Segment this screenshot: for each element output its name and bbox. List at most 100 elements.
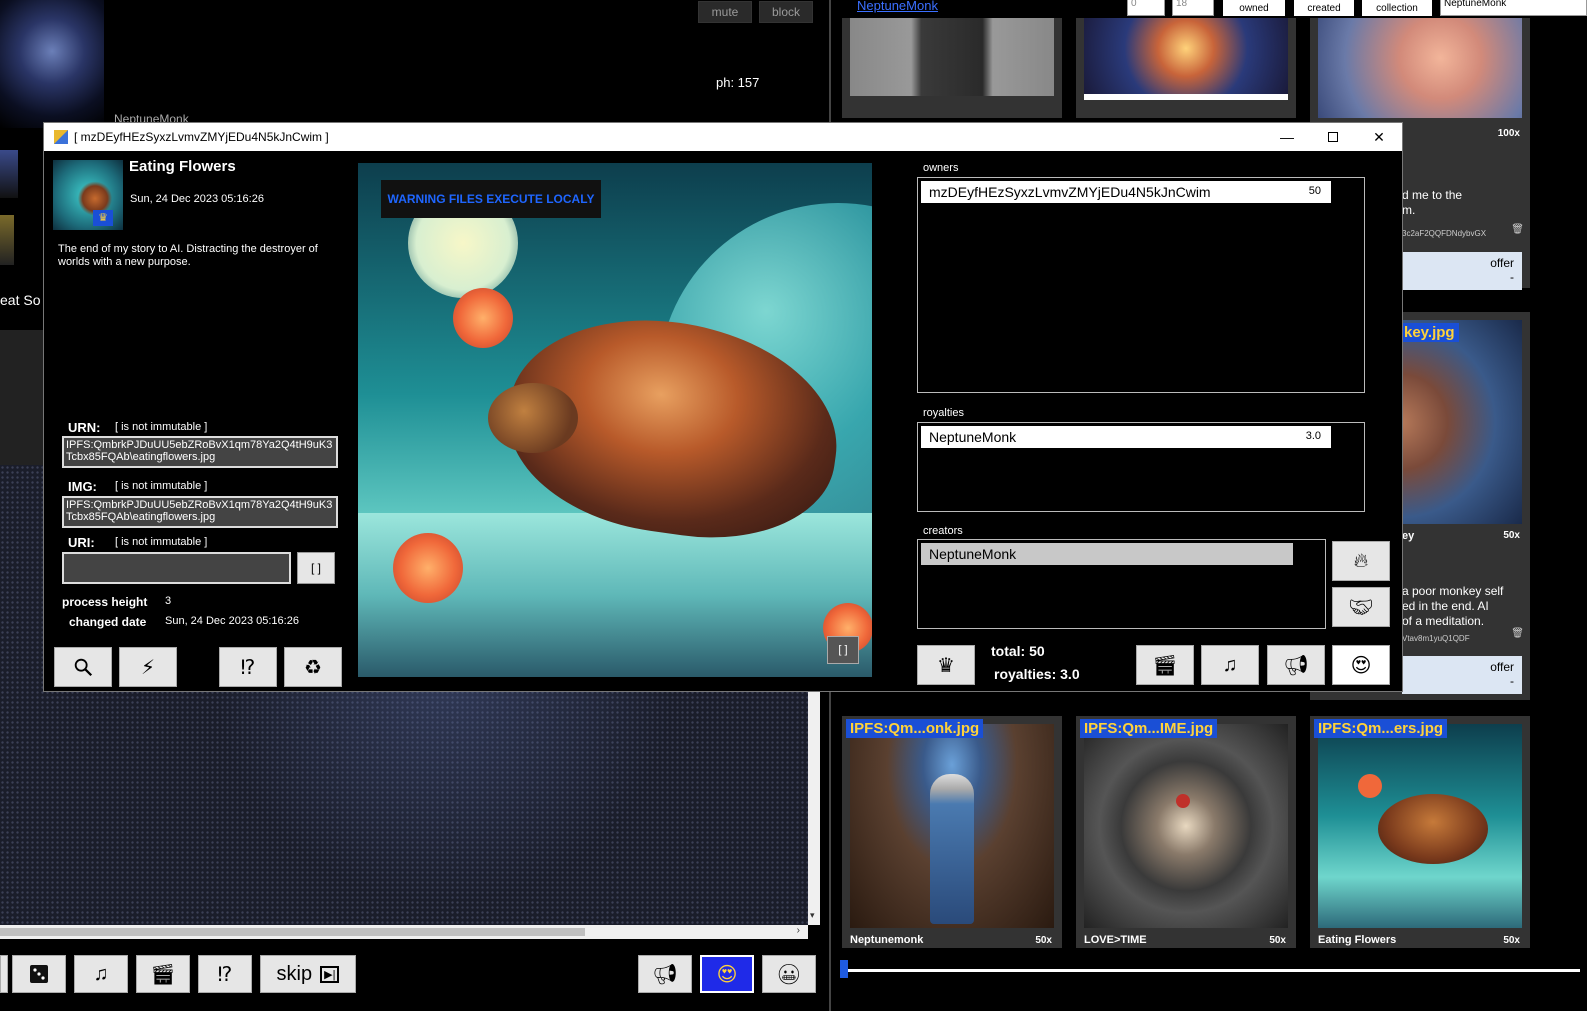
handshake-button[interactable]: 🤝︎: [1332, 587, 1390, 627]
block-button[interactable]: block: [759, 1, 813, 23]
artwork-preview[interactable]: WARNING FILES EXECUTE LOCALY [ ]: [358, 163, 872, 677]
maximize-button[interactable]: [1310, 123, 1356, 151]
owners-list[interactable]: mzDEyfHEzSyxzLvmvZMYjEDu4N5kJnCwim 50: [917, 177, 1365, 393]
card-image: [1318, 18, 1522, 118]
minimize-button[interactable]: —: [1264, 123, 1310, 151]
gallery-card[interactable]: IPFS:Qm...onk.jpg Neptunemonk 50x: [842, 716, 1062, 948]
help-button[interactable]: ⁉: [219, 647, 277, 687]
video-button[interactable]: 🎬︎: [1136, 645, 1194, 685]
card-count: 100x: [1497, 128, 1520, 139]
megaphone-button[interactable]: 📢︎: [638, 955, 692, 993]
lightning-button[interactable]: ⚡︎: [119, 647, 177, 687]
search-button[interactable]: [54, 647, 112, 687]
skip-button[interactable]: skip ▶|: [260, 955, 356, 993]
video-button[interactable]: 🎬︎: [136, 955, 190, 993]
card-description: a poor monkey self ed in the end. AI of …: [1402, 584, 1504, 628]
royalty-amount: 3.0: [1305, 430, 1321, 442]
lightning-icon: ⚡︎: [140, 656, 156, 679]
royalty-row[interactable]: NeptuneMonk 3.0: [921, 426, 1331, 448]
trash-icon[interactable]: 🗑︎: [1511, 628, 1524, 639]
crown-icon: ♛: [937, 654, 955, 677]
ipfs-tag: IPFS:Qm...IME.jpg: [1080, 719, 1218, 738]
card-hash: 3c2aF2QQFDNdybvGX: [1402, 229, 1487, 238]
owner-row[interactable]: mzDEyfHEzSyxzLvmvZMYjEDu4N5kJnCwim 50: [921, 181, 1331, 203]
music-button[interactable]: ♫: [74, 955, 128, 993]
object-thumbnail[interactable]: ♛: [53, 160, 123, 230]
emoji-button[interactable]: 😬︎: [762, 955, 816, 993]
fullscreen-button[interactable]: [ ]: [827, 636, 859, 664]
card-hash: Vtav8m1yuQ1QDF: [1402, 634, 1470, 643]
gallery-card[interactable]: [842, 18, 1062, 118]
card-flower: [1358, 774, 1382, 798]
small-thumb[interactable]: [0, 215, 14, 265]
owned-button[interactable]: owned: [1223, 0, 1285, 16]
help-button[interactable]: ⁉: [198, 955, 252, 993]
crown-button[interactable]: ♛: [917, 645, 975, 685]
art-flower: [453, 288, 513, 348]
offer-value: -: [1510, 270, 1514, 284]
offer-box[interactable]: offer -: [1402, 252, 1522, 290]
royalty-name: NeptuneMonk: [929, 429, 1017, 445]
emoji-button-active[interactable]: 😍︎: [700, 955, 754, 993]
horizontal-scrollbar[interactable]: ›: [0, 925, 808, 939]
created-button[interactable]: created: [1294, 0, 1354, 16]
card-description: d me to the m.: [1402, 188, 1463, 217]
timeline-slider[interactable]: [840, 960, 1580, 980]
uri-field[interactable]: [62, 552, 291, 584]
megaphone-icon: 📢︎: [652, 963, 678, 986]
maximize-icon: [1328, 132, 1338, 142]
scroll-down-icon[interactable]: ▾: [810, 910, 815, 921]
profile-avatar[interactable]: [0, 0, 104, 128]
window-titlebar[interactable]: [ mzDEyfHEzSyxzLvmvZMYjEDu4N5kJnCwim ] —…: [44, 123, 1402, 151]
recycle-button[interactable]: ♻︎: [284, 647, 342, 687]
music-button[interactable]: ♫: [1201, 645, 1259, 685]
creators-list[interactable]: NeptuneMonk: [917, 539, 1326, 629]
owners-label: owners: [923, 162, 959, 174]
search-input[interactable]: NeptuneMonk: [1440, 0, 1587, 16]
img-status: [ is not immutable ]: [115, 480, 208, 492]
range-end-input[interactable]: 18: [1172, 0, 1214, 16]
changed-date-value: Sun, 24 Dec 2023 05:16:26: [165, 615, 299, 627]
skip-forward-icon: ▶|: [320, 965, 340, 983]
gallery-card[interactable]: [1076, 18, 1296, 118]
range-start-input[interactable]: 0: [1127, 0, 1165, 16]
megaphone-icon: 📢︎: [1283, 654, 1309, 677]
timeline-knob[interactable]: [840, 960, 848, 978]
close-icon: ✕: [1373, 128, 1385, 145]
uri-browse-button[interactable]: [ ]: [297, 552, 335, 584]
small-thumb[interactable]: [0, 150, 18, 198]
object-date: Sun, 24 Dec 2023 05:16:26: [130, 193, 264, 205]
changed-date-label: changed date: [69, 615, 147, 629]
ph-label: ph: 157: [716, 75, 760, 90]
card-image: [850, 724, 1054, 928]
owner-name: mzDEyfHEzSyxzLvmvZMYjEDu4N5kJnCwim: [929, 184, 1211, 200]
gallery-card[interactable]: IPFS:Qm...ers.jpg Eating Flowers 50x: [1310, 716, 1530, 948]
card-figure: [930, 774, 974, 924]
offer-box[interactable]: offer -: [1402, 656, 1522, 694]
close-button[interactable]: ✕: [1356, 123, 1402, 151]
gallery-card[interactable]: IPFS:Qm...IME.jpg LOVE>TIME 50x: [1076, 716, 1296, 948]
creator-row[interactable]: NeptuneMonk: [921, 543, 1293, 565]
emoji-button[interactable]: 😍︎: [1332, 645, 1390, 685]
mute-button[interactable]: mute: [698, 1, 752, 23]
profile-link[interactable]: NeptuneMonk: [857, 0, 938, 13]
dice-button[interactable]: [12, 955, 66, 993]
art-turtle-head: [488, 383, 578, 453]
card-count: 50x: [1035, 935, 1052, 946]
collection-button[interactable]: collection: [1362, 0, 1432, 16]
process-height-label: process height: [62, 595, 148, 609]
art-flower: [393, 533, 463, 603]
app-icon: [54, 130, 68, 144]
skip-label: skip: [276, 962, 313, 985]
trash-icon[interactable]: 🗑︎: [1511, 224, 1524, 235]
warning-banner: WARNING FILES EXECUTE LOCALY: [381, 180, 601, 218]
megaphone-button[interactable]: 📢︎: [1267, 645, 1325, 685]
scrollbar-thumb[interactable]: [0, 928, 585, 936]
fire-button[interactable]: 🔥︎: [1332, 541, 1390, 581]
royalties-label: royalties: [923, 407, 964, 419]
urn-field[interactable]: IPFS:QmbrkPJDuUU5ebZRoBvX1qm78Ya2Q4tH9uK…: [62, 436, 338, 468]
img-field[interactable]: IPFS:QmbrkPJDuUU5ebZRoBvX1qm78Ya2Q4tH9uK…: [62, 496, 338, 528]
partial-text: eat So: [0, 292, 41, 308]
scroll-right-icon[interactable]: ›: [797, 925, 800, 936]
royalties-list[interactable]: NeptuneMonk 3.0: [917, 422, 1365, 512]
